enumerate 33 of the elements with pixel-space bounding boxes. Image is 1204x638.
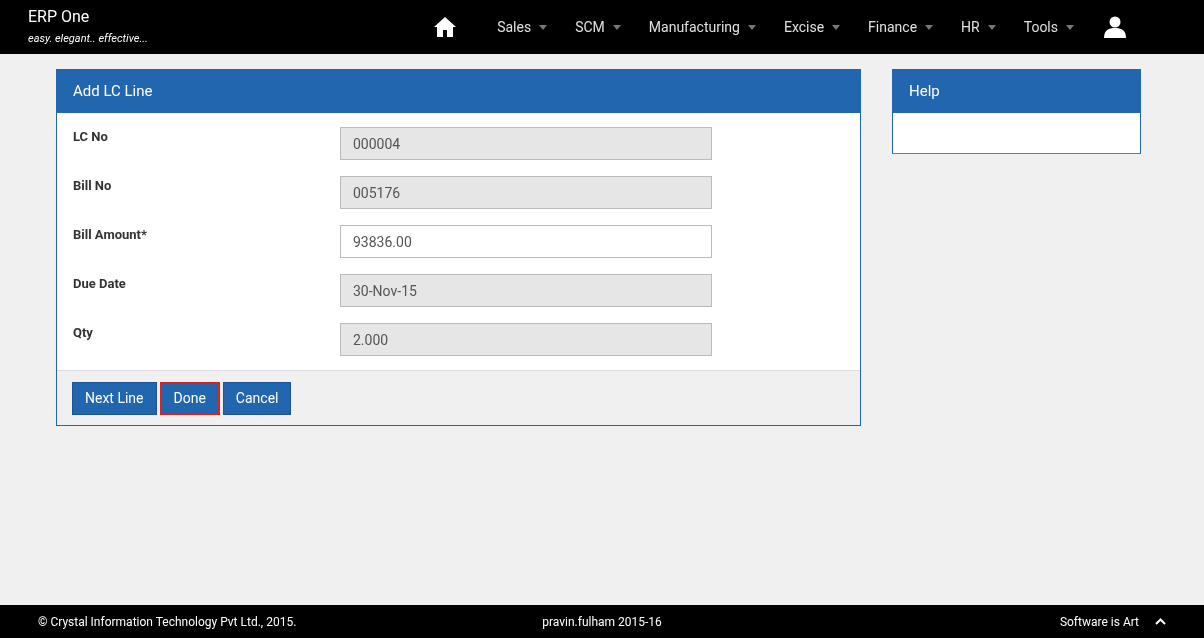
form-button[interactable]: Done xyxy=(159,381,220,415)
panel-title: Help xyxy=(909,81,940,103)
nav-menu[interactable]: HR xyxy=(947,16,1010,38)
chevron-up-icon[interactable] xyxy=(1155,618,1166,625)
nav-menu[interactable]: Finance xyxy=(854,16,948,38)
caret-icon xyxy=(612,24,621,30)
motto-text: Software is Art xyxy=(1059,613,1139,631)
user-session: pravin.fulham 2015-16 xyxy=(541,613,663,631)
brand-tagline: easy. elegant.. effective... xyxy=(28,30,148,47)
nav-menu[interactable]: SCM xyxy=(561,16,635,38)
field-label: LC No xyxy=(72,128,109,146)
user-icon[interactable] xyxy=(1104,16,1126,38)
field-label: Bill Amount* xyxy=(72,226,148,244)
caret-icon xyxy=(539,24,548,30)
field-label: Due Date xyxy=(72,275,127,293)
form-button[interactable]: Cancel xyxy=(222,381,292,415)
input-field[interactable]: 93836.00 xyxy=(340,225,712,258)
caret-icon xyxy=(1066,24,1074,30)
field-label: Qty xyxy=(72,324,94,342)
nav-menu[interactable]: Sales xyxy=(483,16,562,38)
panel-title: Add LC Line xyxy=(73,81,153,103)
copyright-text: © Crystal Information Technology Pvt Ltd., 2015. xyxy=(38,613,298,631)
caret-icon xyxy=(832,24,841,30)
caret-icon xyxy=(747,24,756,30)
nav-menu[interactable]: Tools xyxy=(1009,16,1088,38)
caret-icon xyxy=(987,24,996,30)
caret-icon xyxy=(925,24,934,30)
nav-menu[interactable]: Excise xyxy=(769,16,855,38)
form-button[interactable]: Next Line xyxy=(72,381,157,415)
home-icon[interactable] xyxy=(433,16,458,38)
brand-title[interactable]: ERP One xyxy=(28,6,148,27)
field-label: Bill No xyxy=(72,177,113,195)
nav-menu[interactable]: Manufacturing xyxy=(634,16,770,38)
